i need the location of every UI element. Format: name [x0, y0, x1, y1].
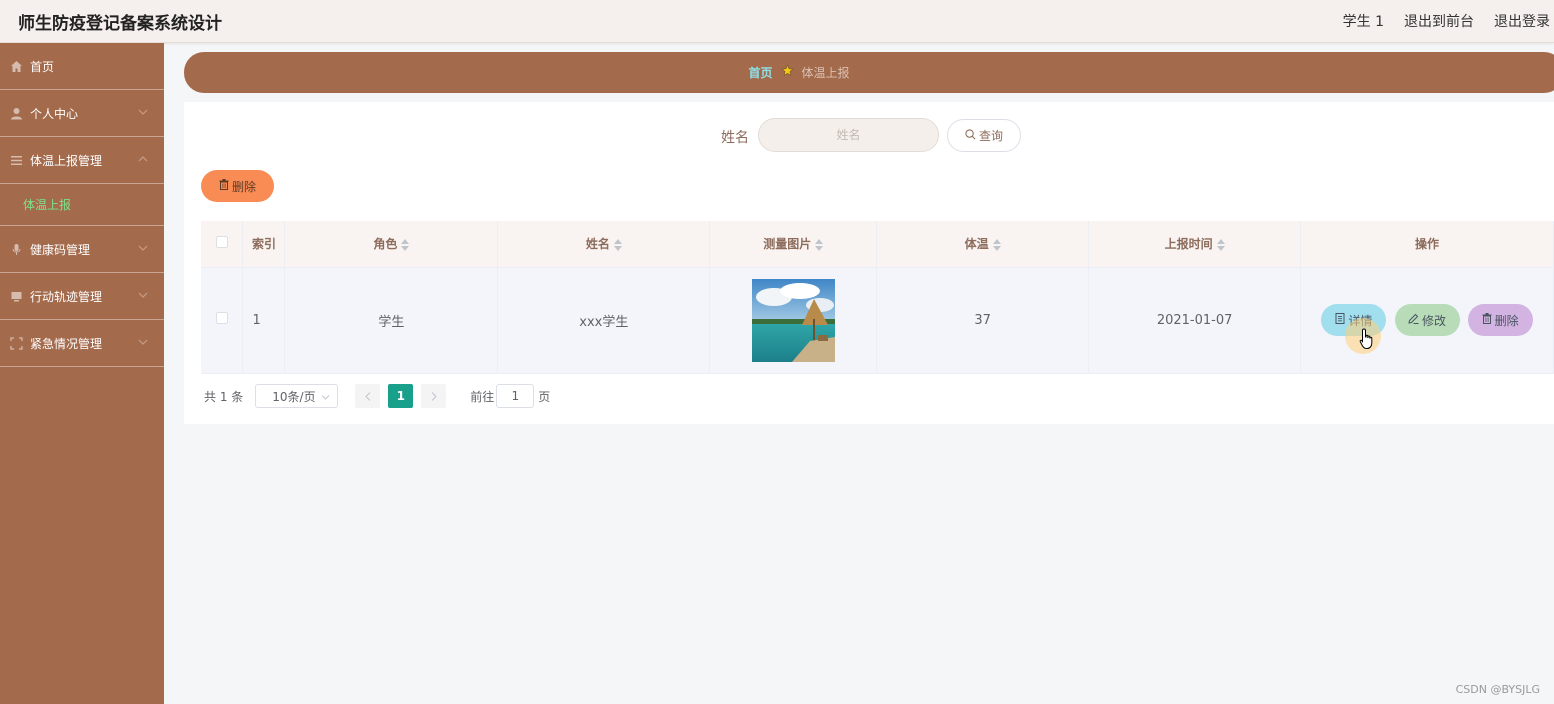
column-header-image[interactable]: 测量图片: [709, 221, 878, 268]
goto-page-input[interactable]: [496, 384, 535, 408]
page-number-current[interactable]: 1: [388, 384, 414, 408]
user-icon: [10, 107, 23, 120]
content-card: 姓名 查询 删除 索引 角色 姓名 测量图片 体温 上报时间: [184, 102, 1554, 424]
column-header-temperature[interactable]: 体温: [876, 221, 1090, 268]
bulk-delete-button[interactable]: 删除: [201, 170, 274, 202]
mic-icon: [10, 243, 23, 256]
pencil-icon: [1408, 313, 1419, 327]
watermark: CSDN @BYSJLG: [1455, 683, 1540, 696]
measurement-image[interactable]: [751, 278, 835, 362]
search-button[interactable]: 查询: [947, 119, 1021, 152]
edit-label: 修改: [1422, 313, 1447, 328]
chevron-down-icon: [138, 338, 148, 348]
page-size-value: 10条/页: [272, 389, 316, 404]
list-icon: [10, 154, 23, 167]
chevron-down-icon: [138, 244, 148, 254]
pagination: 共 1 条 10条/页 1 前往 页: [204, 384, 550, 408]
column-header-name[interactable]: 姓名: [497, 221, 711, 268]
temperature-report-table: 索引 角色 姓名 测量图片 体温 上报时间 操作 1 学生 xxx学生 37 2…: [201, 221, 1554, 374]
breadcrumb-home[interactable]: 首页: [748, 64, 772, 81]
name-search-input[interactable]: [758, 118, 939, 152]
sidebar-item-personal-center[interactable]: 个人中心: [0, 90, 164, 137]
chevron-down-icon: [138, 291, 148, 301]
edit-button[interactable]: 修改: [1394, 304, 1460, 336]
search-icon: [965, 128, 976, 143]
goto-label: 前往: [470, 389, 495, 404]
trash-icon: [1482, 313, 1492, 327]
document-icon: [1335, 313, 1345, 327]
pagination-total: 共 1 条: [204, 389, 244, 404]
page-size-select[interactable]: 10条/页: [255, 384, 339, 408]
table-header-row: 索引 角色 姓名 测量图片 体温 上报时间 操作: [201, 221, 1554, 268]
chevron-down-icon: [321, 389, 330, 403]
sidebar-item-label: 首页: [30, 59, 55, 74]
row-select-cell: [201, 267, 244, 374]
logout-link[interactable]: 退出登录: [1494, 11, 1550, 31]
sidebar-item-home[interactable]: 首页: [0, 43, 164, 90]
sidebar-item-label: 个人中心: [30, 106, 79, 121]
row-actions: 详情 修改 删除: [1300, 267, 1554, 374]
prev-page-button[interactable]: [355, 384, 381, 408]
row-index: 1: [242, 267, 286, 374]
home-icon: [10, 60, 23, 73]
row-name: xxx学生: [497, 267, 711, 374]
delete-label: 删除: [1494, 313, 1519, 328]
hand-cursor-icon: [1359, 328, 1375, 350]
sort-icon[interactable]: [815, 238, 824, 251]
monitor-icon: [10, 290, 23, 303]
sort-icon[interactable]: [613, 238, 622, 251]
goto-suffix: 页: [538, 389, 551, 404]
select-all-checkbox[interactable]: [215, 236, 228, 249]
row-role: 学生: [284, 267, 499, 374]
search-label: 姓名: [721, 130, 749, 146]
chevron-up-icon: [138, 155, 148, 165]
sidebar-item-label: 体温上报管理: [30, 153, 103, 168]
sidebar-item-label: 紧急情况管理: [30, 336, 103, 351]
sidebar-item-health-code[interactable]: 健康码管理: [0, 226, 164, 273]
breadcrumb-current: 体温上报: [801, 66, 850, 80]
column-header-role[interactable]: 角色: [284, 221, 499, 268]
chevron-right-icon: [431, 391, 437, 401]
row-image-cell: [709, 267, 878, 374]
row-time: 2021-01-07: [1088, 267, 1302, 374]
chevron-left-icon: [365, 391, 371, 401]
header-right: 学生 1 退出到前台 退出登录: [1343, 11, 1550, 31]
breadcrumb: 首页 体温上报: [184, 52, 1554, 93]
sidebar-item-emergency-management[interactable]: 紧急情况管理: [0, 320, 164, 367]
column-header-actions: 操作: [1300, 221, 1554, 268]
back-to-front-link[interactable]: 退出到前台: [1404, 11, 1474, 31]
table-row: 1 学生 xxx学生 37 2021-01-07 修改 删除: [201, 267, 1554, 374]
delete-button[interactable]: 删除: [1467, 304, 1533, 336]
current-user[interactable]: 学生 1: [1343, 11, 1384, 31]
row-temperature: 37: [876, 267, 1090, 374]
top-header: 师生防疫登记备案系统设计 学生 1 退出到前台 退出登录: [0, 0, 1554, 43]
column-header-index: 索引: [242, 221, 286, 268]
app-title: 师生防疫登记备案系统设计: [18, 13, 222, 34]
next-page-button[interactable]: [421, 384, 447, 408]
frame-icon: [10, 336, 23, 350]
row-checkbox[interactable]: [215, 312, 228, 324]
bulk-delete-label: 删除: [231, 179, 256, 194]
sort-icon[interactable]: [1216, 238, 1225, 251]
sort-icon[interactable]: [992, 238, 1001, 251]
trash-icon: [219, 179, 229, 193]
sidebar-item-track-management[interactable]: 行动轨迹管理: [0, 273, 164, 320]
column-header-time[interactable]: 上报时间: [1088, 221, 1302, 268]
search-button-label: 查询: [978, 129, 1003, 143]
star-icon: [780, 64, 794, 81]
select-all-cell: [201, 221, 244, 268]
sidebar-item-temperature-management[interactable]: 体温上报管理: [0, 137, 164, 184]
sidebar: 首页 个人中心 体温上报管理 体温上报 健康码管理 行动轨迹管理 紧急情况管理: [0, 43, 164, 704]
search-row: 姓名 查询: [184, 118, 1554, 152]
chevron-down-icon: [138, 108, 148, 118]
sidebar-subitem-temperature-report[interactable]: 体温上报: [0, 184, 164, 226]
sidebar-item-label: 行动轨迹管理: [30, 289, 103, 304]
sort-icon[interactable]: [401, 238, 410, 251]
sidebar-item-label: 健康码管理: [30, 242, 91, 257]
